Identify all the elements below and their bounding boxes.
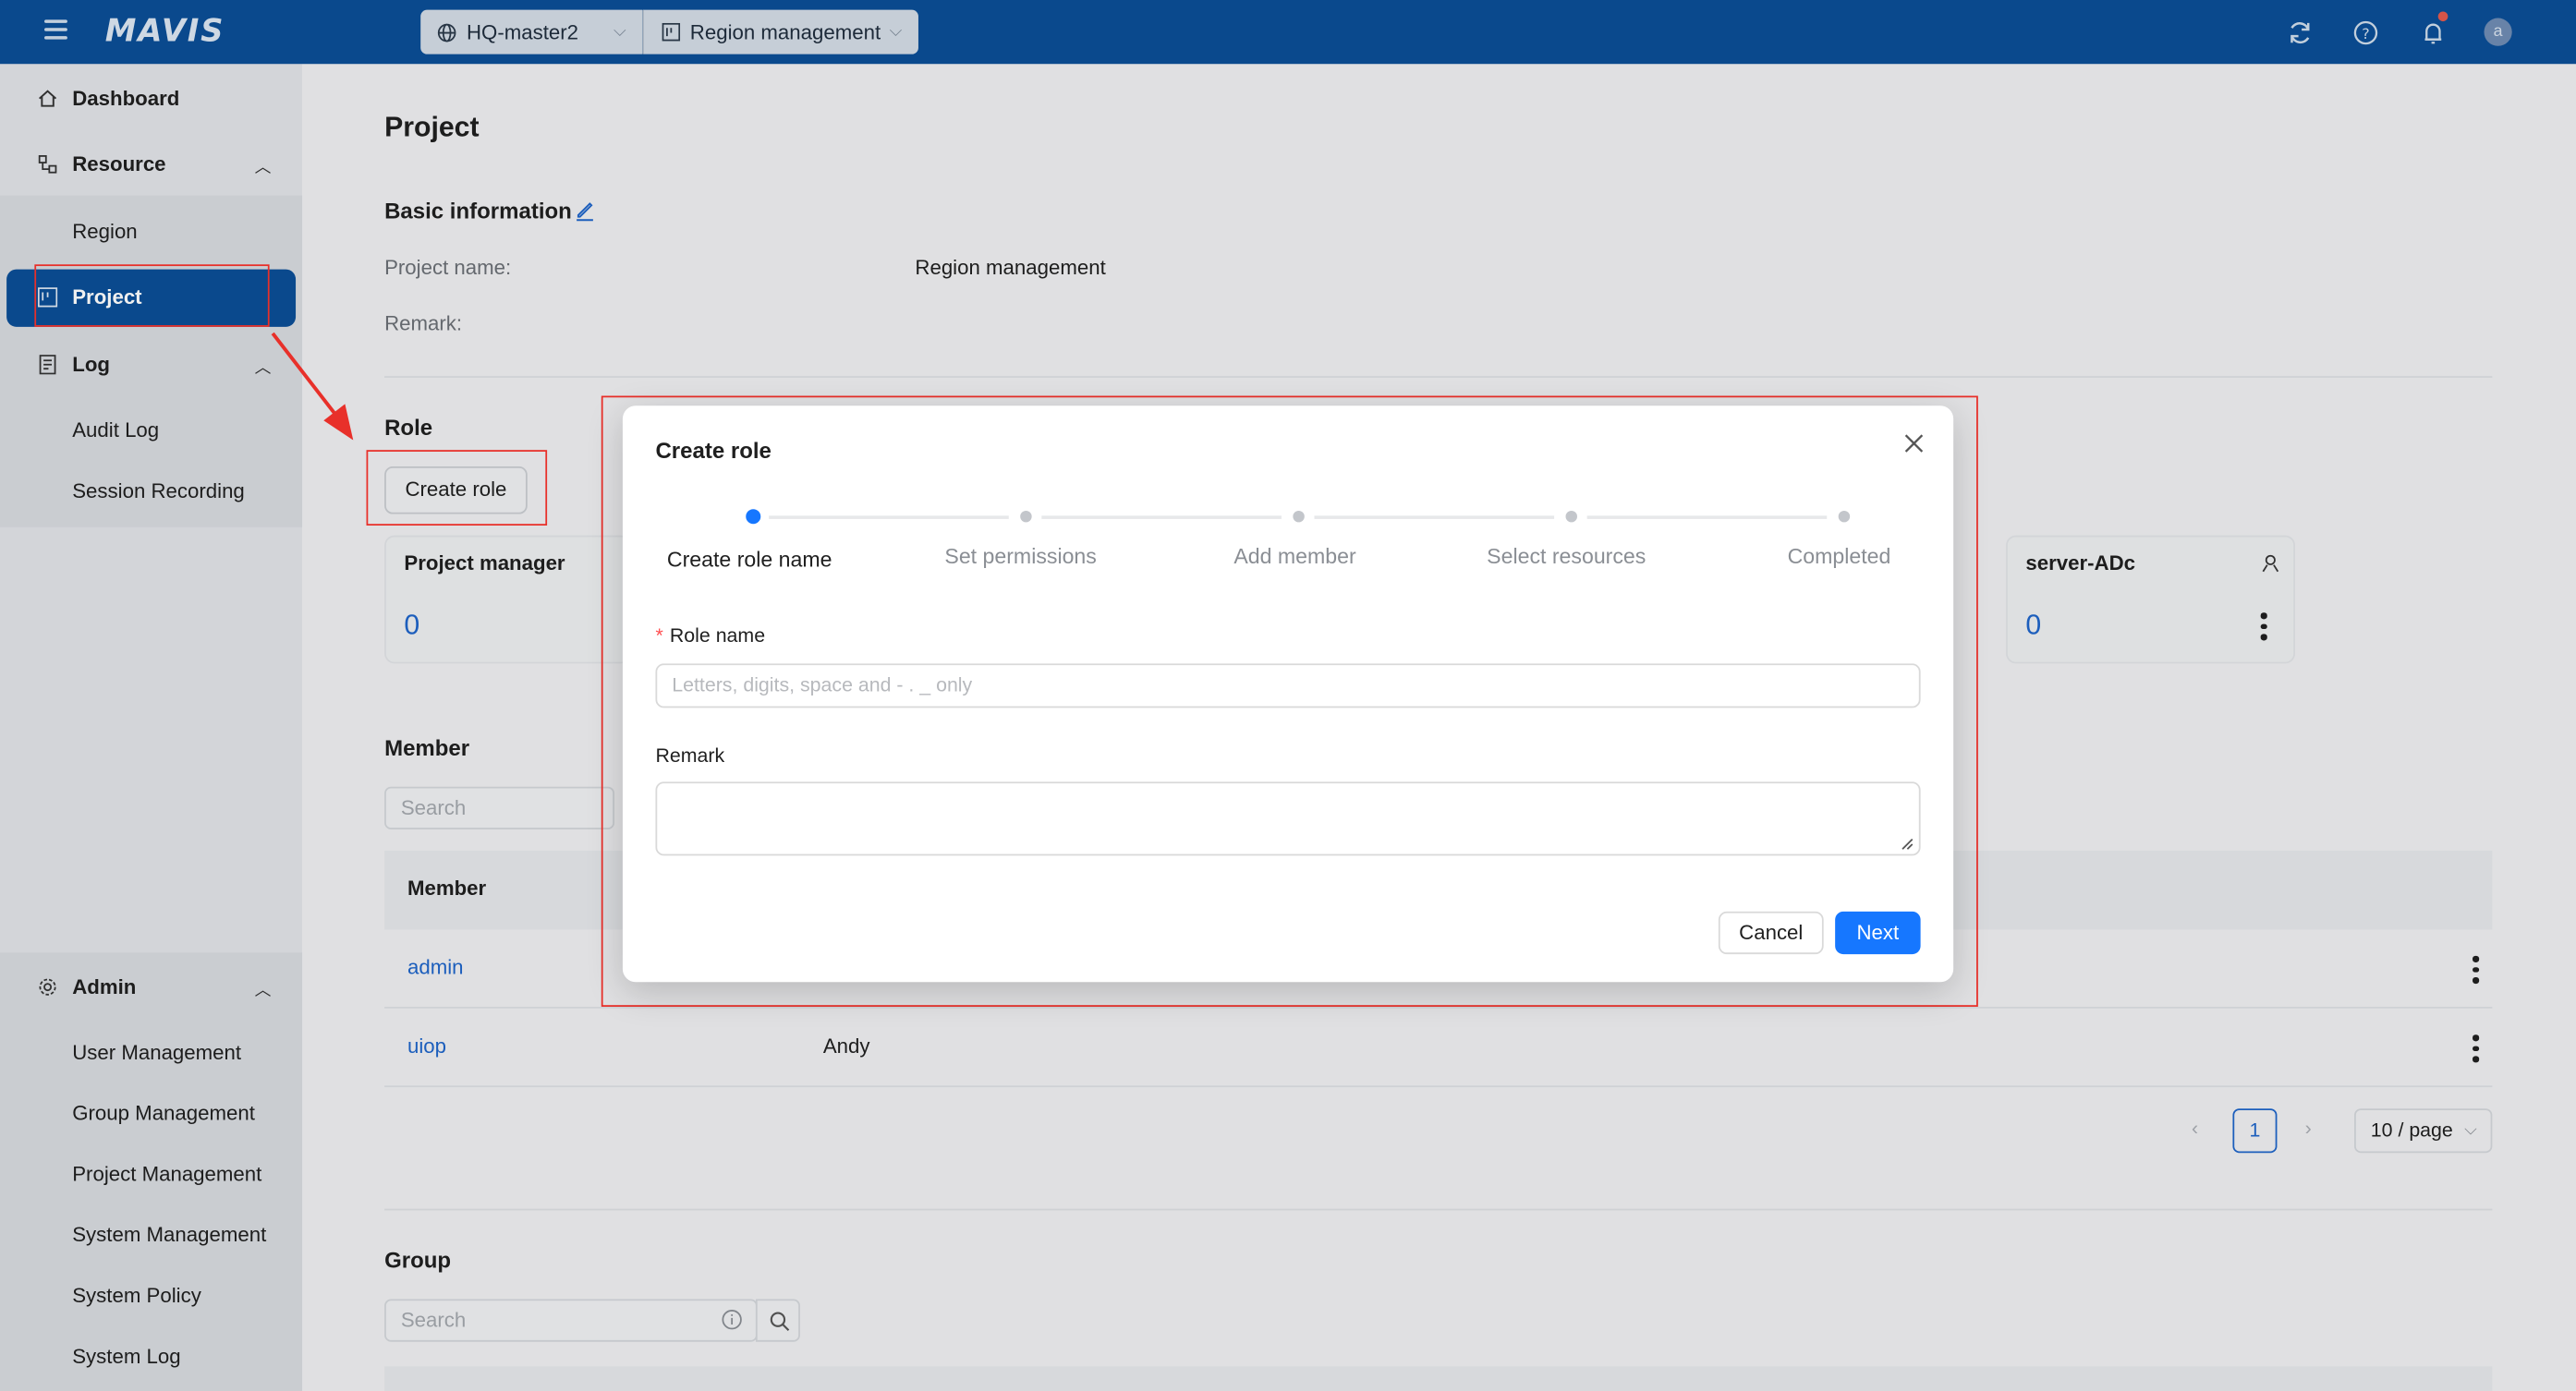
annotation-highlight [34, 264, 270, 327]
step-dot [1020, 510, 1032, 523]
required-marker: * [655, 623, 663, 647]
role-name-label-text: Role name [669, 623, 766, 647]
resize-handle-icon[interactable] [1901, 838, 1914, 851]
step-label: Add member [1233, 543, 1356, 569]
create-role-dialog: Create role Create role name Set permiss… [622, 405, 1954, 983]
step-dot-active [746, 509, 761, 525]
next-button[interactable]: Next [1835, 911, 1921, 955]
remark-field-label: Remark [655, 744, 725, 768]
annotation-arrow-icon [271, 332, 354, 441]
step-dot [1293, 510, 1305, 523]
step-label: Select resources [1487, 543, 1646, 569]
step-dot [1565, 510, 1577, 523]
role-name-input[interactable]: Letters, digits, space and - . _ only [655, 663, 1921, 708]
step-connector [1041, 515, 1282, 519]
step-dot [1838, 510, 1851, 523]
step-connector [1586, 515, 1828, 519]
close-icon[interactable] [1902, 432, 1926, 455]
remark-textarea[interactable] [655, 781, 1921, 856]
step-connector [1314, 515, 1555, 519]
step-label-active: Create role name [666, 547, 832, 572]
step-label: Completed [1787, 543, 1891, 569]
role-name-label: * Role name [655, 624, 765, 647]
step-connector [769, 515, 1009, 519]
dialog-title: Create role [655, 438, 772, 464]
annotation-highlight [366, 450, 548, 526]
step-label: Set permissions [944, 543, 1097, 569]
cancel-button[interactable]: Cancel [1718, 911, 1824, 955]
